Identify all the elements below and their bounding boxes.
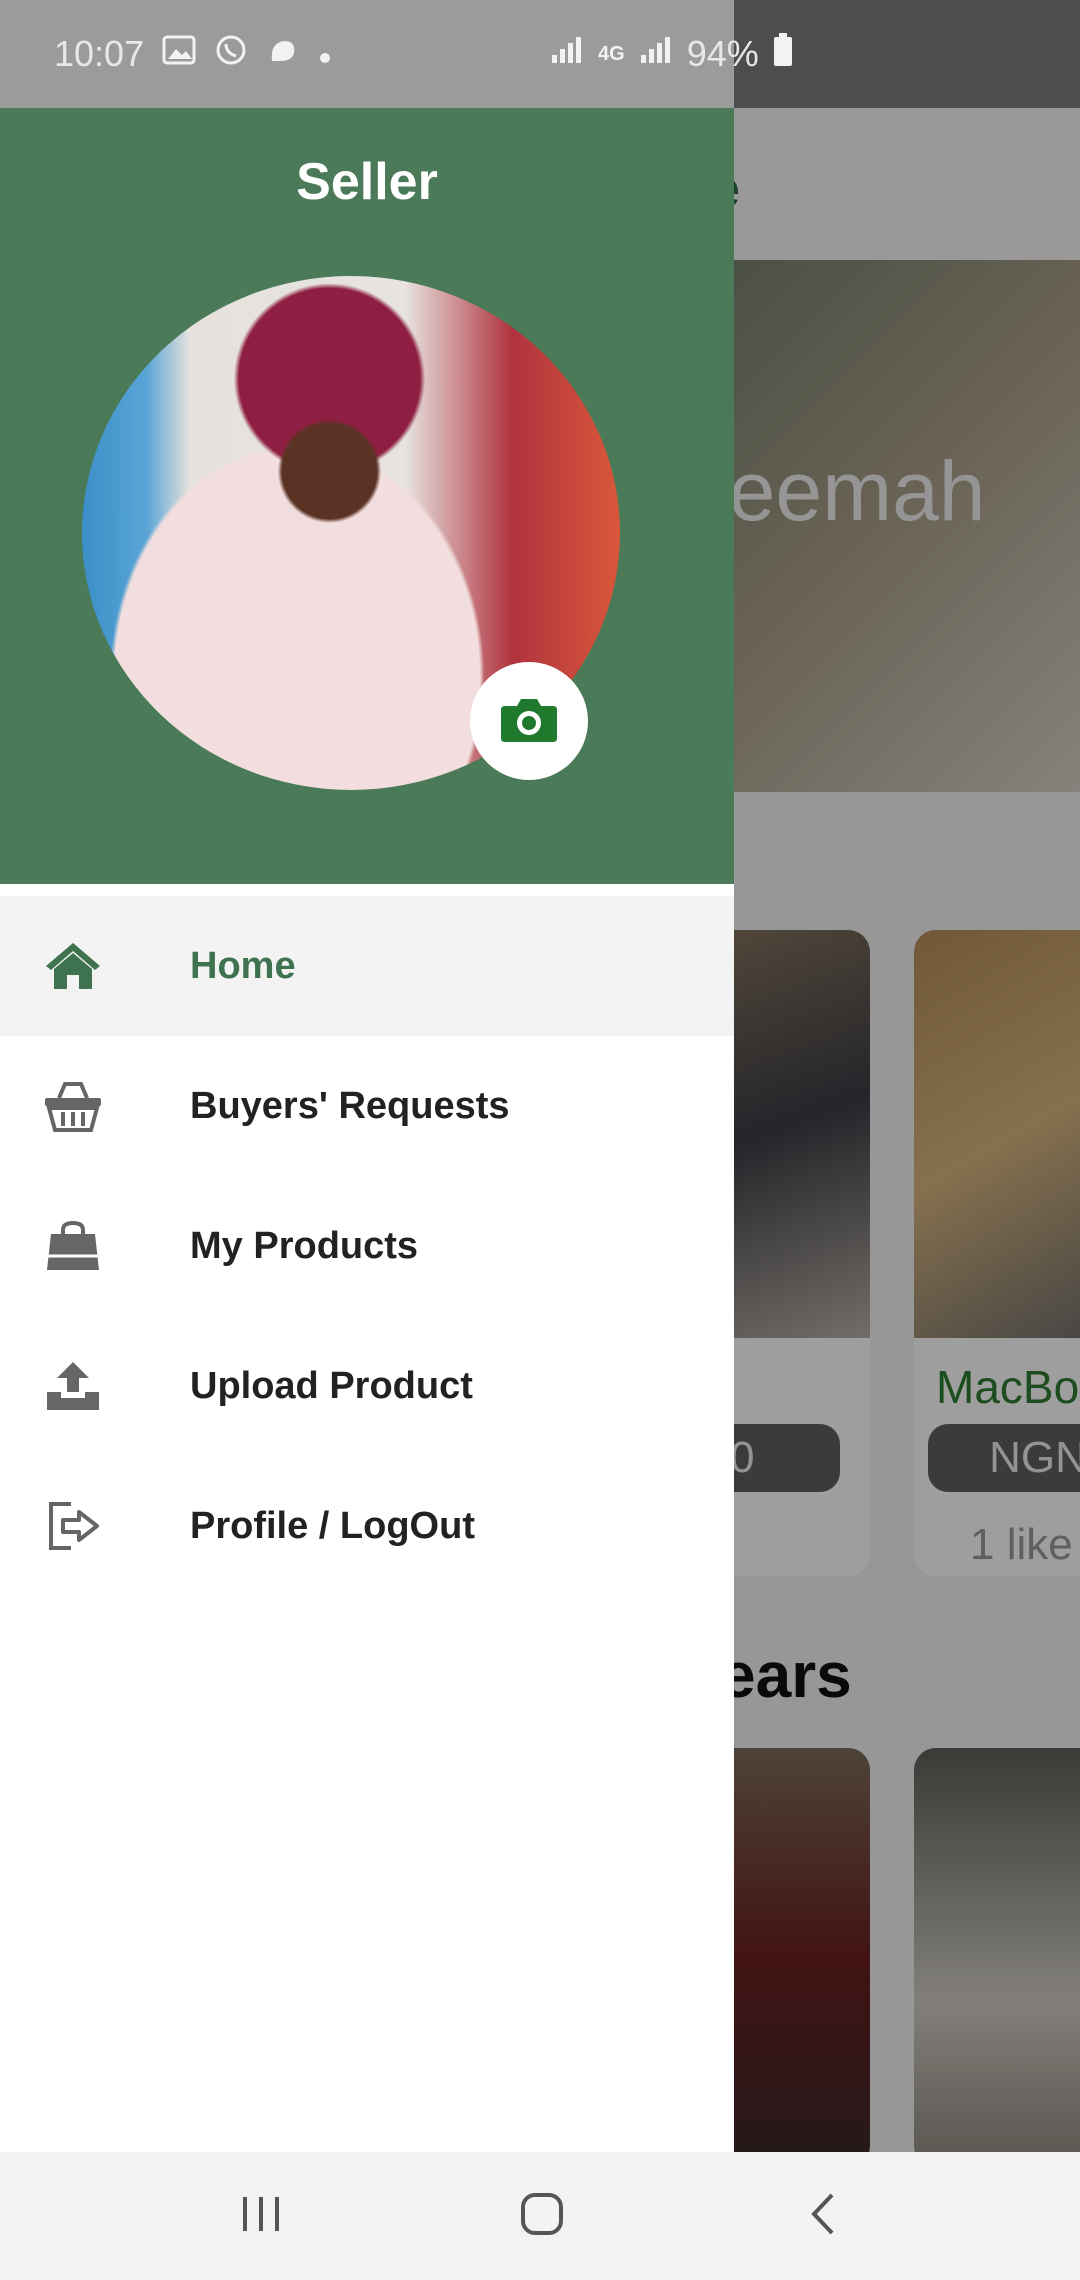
signal-icon-2 [639, 35, 673, 73]
home-nav-icon [519, 2191, 565, 2242]
system-navigation-bar [0, 2152, 1080, 2280]
basket-icon [42, 1075, 104, 1137]
menu-item-label: Home [190, 944, 296, 987]
drawer-title: Seller [296, 153, 438, 211]
menu-item-upload-product[interactable]: Upload Product [0, 1316, 734, 1456]
menu-item-my-products[interactable]: My Products [0, 1176, 734, 1316]
status-time: 10:07 [54, 33, 145, 74]
menu-item-label: My Products [190, 1224, 419, 1267]
squirrel-icon [266, 33, 300, 75]
menu-item-label: Upload Product [190, 1364, 473, 1407]
navigation-drawer: Seller Home Buyers' Requests My Products… [0, 108, 734, 2152]
battery-percent: 94% [686, 33, 759, 74]
menu-item-home[interactable]: Home [0, 896, 734, 1036]
menu-item-profile-logout[interactable]: Profile / LogOut [0, 1456, 734, 1596]
home-icon [42, 935, 104, 997]
image-icon [162, 35, 196, 73]
recent-apps-icon [239, 2193, 285, 2240]
network-type-icon: 4G [598, 44, 625, 64]
dot-icon [318, 36, 332, 73]
back-button[interactable] [793, 2186, 853, 2246]
drawer-menu: Home Buyers' Requests My Products Upload… [0, 896, 734, 1596]
drawer-header: Seller [0, 108, 734, 884]
network-type-label: 4G [598, 43, 625, 65]
menu-item-label: Buyers' Requests [190, 1084, 510, 1127]
home-button[interactable] [512, 2186, 572, 2246]
whatsapp-icon [214, 33, 248, 75]
signal-icon [550, 35, 584, 73]
status-bar: 10:07 4G 94% [0, 0, 1080, 108]
back-icon [808, 2191, 838, 2242]
recent-apps-button[interactable] [232, 2186, 292, 2246]
screen: 10:07 4G 94% leemah MacBo NGN 1 like ear… [0, 0, 1080, 2280]
shopping-bag-icon [42, 1215, 104, 1277]
change-photo-button[interactable] [470, 662, 588, 780]
upload-icon [42, 1355, 104, 1417]
menu-item-buyers-requests[interactable]: Buyers' Requests [0, 1036, 734, 1176]
status-bar-right: 4G 94% [550, 0, 793, 108]
menu-item-label: Profile / LogOut [190, 1504, 475, 1547]
battery-icon [773, 33, 793, 75]
logout-icon [42, 1495, 104, 1557]
camera-icon [499, 694, 559, 749]
